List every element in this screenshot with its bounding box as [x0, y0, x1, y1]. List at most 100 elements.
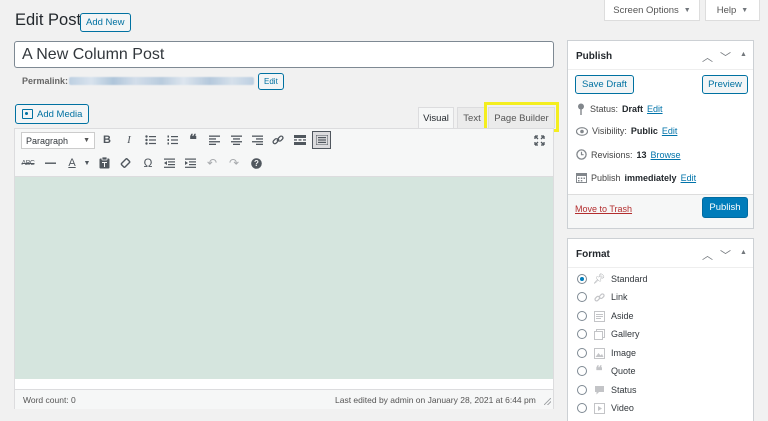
blockquote-icon[interactable]: ❝ [185, 132, 201, 148]
format-option-label: Status [611, 385, 637, 395]
last-edited: Last edited by admin on January 28, 2021… [335, 395, 536, 405]
keyboard-shortcuts-icon[interactable]: ? [248, 155, 264, 171]
format-option-gallery[interactable]: Gallery [577, 327, 640, 341]
add-new-button[interactable]: Add New [80, 13, 131, 32]
status-label: Status: [590, 104, 619, 114]
numbered-list-icon[interactable] [164, 132, 180, 148]
format-radio-standard[interactable] [577, 274, 587, 284]
visibility-edit-link[interactable]: Edit [662, 126, 678, 136]
revisions-label: Revisions: [591, 149, 633, 160]
permalink-edit-button[interactable]: Edit [258, 73, 284, 90]
move-up-icon[interactable]: ︿ [702, 49, 713, 65]
fullscreen-icon[interactable] [531, 132, 547, 148]
eye-icon [576, 126, 588, 136]
collapse-toggle-icon[interactable]: ▲ [740, 51, 747, 58]
format-option-status[interactable]: Status [577, 383, 637, 397]
video-icon [593, 402, 605, 414]
text-color-icon[interactable]: A [64, 155, 80, 171]
post-title-input[interactable]: A New Column Post [14, 41, 554, 68]
resize-handle-icon[interactable] [544, 398, 551, 405]
chevron-down-icon: ▼ [83, 137, 90, 144]
screen-options-tab[interactable]: Screen Options ▼ [604, 0, 700, 21]
format-panel-title: Format [576, 249, 610, 260]
publish-schedule-label: Publish [591, 172, 621, 183]
link-icon [593, 291, 605, 303]
caret-down-icon: ▼ [741, 6, 749, 14]
revisions-row: Revisions: 13 Browse [576, 149, 681, 160]
format-radio-link[interactable] [577, 292, 587, 302]
format-option-quote[interactable]: ❝ Quote [577, 363, 636, 378]
bold-icon[interactable]: B [99, 132, 115, 148]
add-media-icon [22, 109, 33, 119]
format-option-link[interactable]: Link [577, 290, 628, 304]
read-more-icon[interactable] [292, 132, 308, 148]
revisions-clock-icon [576, 149, 587, 160]
move-down-icon[interactable]: ﹀ [720, 247, 731, 263]
text-color-caret-icon[interactable]: ▼ [79, 155, 95, 171]
revisions-value: 13 [636, 149, 647, 160]
undo-icon[interactable]: ↶ [204, 155, 220, 171]
publish-schedule-row: Publish immediately Edit [576, 172, 696, 183]
revisions-browse-link[interactable]: Browse [651, 150, 681, 160]
publish-panel: Publish ︿ ﹀ ▲ Save Draft Preview Status:… [567, 40, 754, 229]
format-option-standard[interactable]: 📌︎ Standard [577, 272, 648, 286]
move-down-icon[interactable]: ﹀ [720, 49, 731, 65]
publish-button[interactable]: Publish [702, 197, 748, 218]
publish-panel-title: Publish [576, 51, 613, 62]
format-option-label: Video [611, 403, 634, 413]
caret-down-icon: ▼ [683, 6, 691, 14]
help-tab[interactable]: Help ▼ [705, 0, 760, 21]
tab-visual[interactable]: Visual [418, 107, 454, 128]
publish-schedule-value: immediately [624, 172, 677, 183]
clear-formatting-icon[interactable] [118, 155, 134, 171]
toolbar-toggle-icon[interactable] [312, 131, 331, 149]
quote-icon: ❝ [595, 363, 603, 378]
add-media-label: Add Media [37, 108, 83, 120]
pin-icon [578, 103, 584, 115]
format-option-aside[interactable]: Aside [577, 309, 634, 323]
strikethrough-icon[interactable]: ABC [20, 155, 36, 171]
italic-icon[interactable]: I [121, 132, 137, 148]
image-icon [593, 347, 605, 359]
align-center-icon[interactable] [228, 132, 244, 148]
insert-link-icon[interactable] [270, 132, 286, 148]
paste-as-text-icon[interactable] [96, 155, 112, 171]
format-radio-status[interactable] [577, 385, 587, 395]
editor-status-bar: Word count: 0 Last edited by admin on Ja… [15, 389, 553, 409]
add-media-button[interactable]: Add Media [15, 104, 90, 124]
horizontal-line-icon[interactable] [42, 155, 58, 171]
publish-schedule-edit-link[interactable]: Edit [681, 173, 697, 183]
save-draft-button[interactable]: Save Draft [575, 75, 634, 94]
format-radio-video[interactable] [577, 403, 587, 413]
format-radio-gallery[interactable] [577, 329, 587, 339]
status-edit-link[interactable]: Edit [647, 104, 663, 114]
bulleted-list-icon[interactable] [142, 132, 158, 148]
increase-indent-icon[interactable] [182, 155, 198, 171]
format-radio-image[interactable] [577, 348, 587, 358]
permalink-url-blurred[interactable] [69, 77, 254, 85]
align-left-icon[interactable] [206, 132, 222, 148]
format-option-label: Link [611, 292, 628, 302]
format-radio-quote[interactable] [577, 366, 587, 376]
collapse-toggle-icon[interactable]: ▲ [740, 249, 747, 256]
format-option-label: Quote [611, 366, 636, 376]
editor-content-area[interactable] [15, 177, 553, 379]
move-up-icon[interactable]: ︿ [702, 247, 713, 263]
status-icon [593, 384, 605, 396]
special-character-icon[interactable]: Ω [140, 155, 156, 171]
preview-button[interactable]: Preview [702, 75, 748, 94]
tab-text[interactable]: Text [457, 107, 487, 128]
decrease-indent-icon[interactable] [161, 155, 177, 171]
format-select[interactable]: Paragraph ▼ [21, 132, 95, 149]
format-option-image[interactable]: Image [577, 346, 636, 360]
format-option-label: Image [611, 348, 637, 358]
format-option-video[interactable]: Video [577, 401, 634, 415]
redo-icon[interactable]: ↷ [226, 155, 242, 171]
svg-text:?: ? [254, 159, 259, 168]
format-option-label: Aside [611, 311, 634, 321]
format-radio-aside[interactable] [577, 311, 587, 321]
align-right-icon[interactable] [249, 132, 265, 148]
permalink-label: Permalink: [22, 76, 69, 86]
format-option-label: Gallery [611, 329, 640, 339]
move-to-trash-link[interactable]: Move to Trash [575, 204, 632, 214]
